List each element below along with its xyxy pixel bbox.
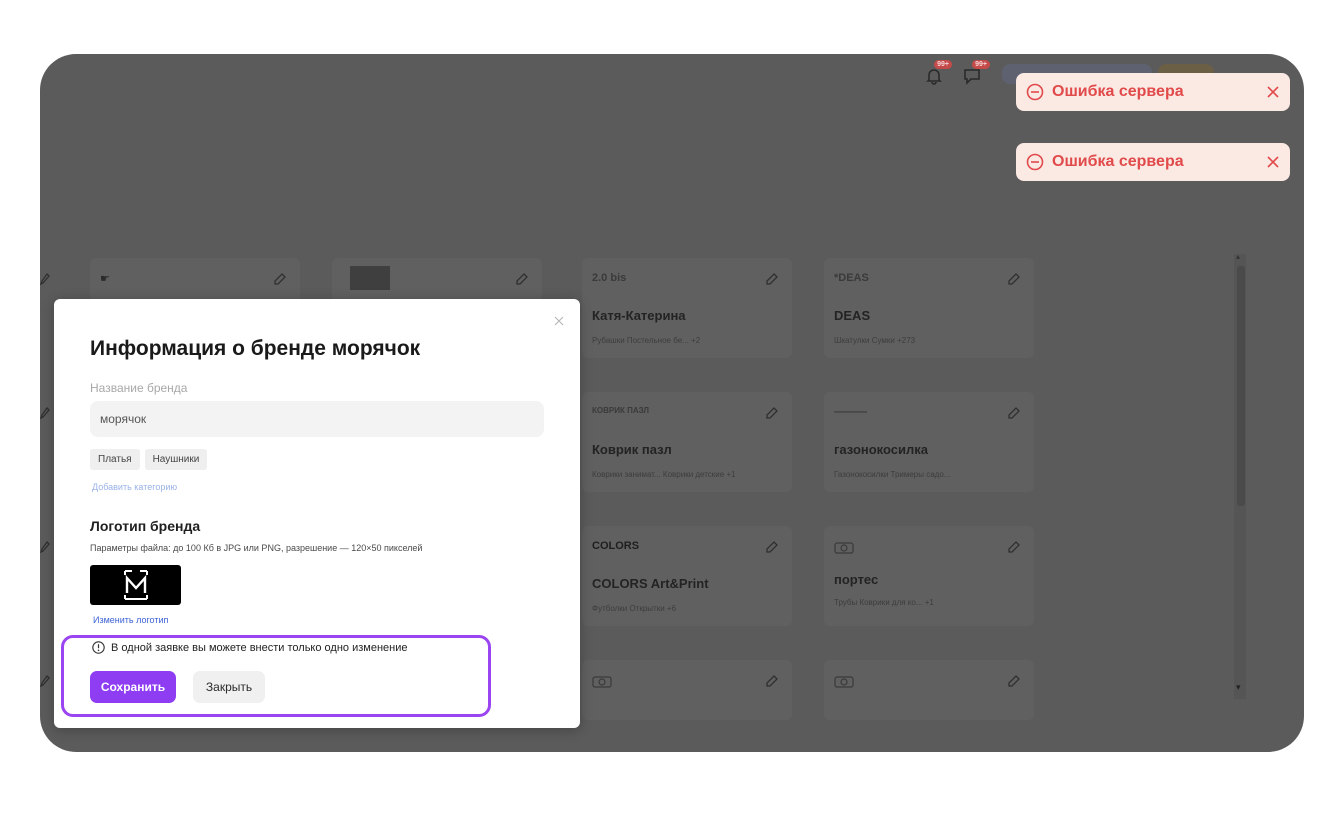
edit-icon[interactable]: [1008, 272, 1020, 285]
edit-icon[interactable]: [40, 272, 50, 286]
info-text: В одной заявке вы можете внести только о…: [111, 642, 408, 654]
minus-circle-icon: [1026, 153, 1044, 171]
brand-title: Катя-Катерина: [592, 308, 686, 323]
scrollbar-thumb[interactable]: [1237, 266, 1245, 506]
brand-tags: Коврики занимат... Коврики детские +1: [592, 470, 736, 479]
brand-tags: Шкатулки Сумки +273: [834, 336, 916, 345]
brand-logo: КОВРИК ПАЗЛ: [592, 406, 650, 415]
info-icon: [92, 641, 105, 654]
brand-logo: *DEAS: [834, 272, 869, 284]
brand-card[interactable]: [582, 660, 792, 720]
brand-tags: Трубы Коврики для ко... +1: [834, 598, 934, 607]
edit-icon[interactable]: [40, 540, 50, 554]
category-chips: Платья Наушники: [90, 449, 208, 470]
error-toast: Ошибка сервера: [1016, 143, 1290, 181]
brand-logo: COLORS: [592, 540, 640, 552]
logo-heading: Логотип бренда: [90, 518, 201, 534]
brand-name-label: Название бренда: [90, 381, 188, 395]
close-button[interactable]: Закрыть: [193, 671, 265, 703]
brand-logo-preview: [90, 565, 181, 605]
error-toast: Ошибка сервера: [1016, 73, 1290, 111]
edit-icon[interactable]: [766, 272, 778, 285]
brand-tags: Рубашки Постельное бе... +2: [592, 336, 701, 345]
toast-message: Ошибка сервера: [1052, 153, 1184, 170]
edit-icon[interactable]: [40, 406, 50, 420]
close-icon[interactable]: [1266, 155, 1280, 169]
edit-icon[interactable]: [766, 406, 778, 419]
brand-card[interactable]: КОВРИК ПАЗЛ Коврик пазл Коврики занимат.…: [582, 392, 792, 492]
brand-name-input[interactable]: [90, 401, 544, 437]
close-icon[interactable]: [1266, 85, 1280, 99]
add-category-link[interactable]: Добавить категорию: [92, 482, 177, 492]
edit-icon[interactable]: [766, 540, 778, 553]
brand-tags: Газонокосилки Тримеры садо...: [834, 470, 951, 479]
edit-icon[interactable]: [766, 674, 778, 687]
brand-card[interactable]: [824, 660, 1034, 720]
messages-badge: 99+: [972, 60, 990, 69]
scroll-up-icon[interactable]: ▴: [1236, 252, 1240, 261]
brand-logo-image: [123, 570, 148, 600]
category-chip[interactable]: Платья: [90, 449, 140, 470]
edit-icon[interactable]: [1008, 674, 1020, 687]
logo-params-text: Параметры файла: до 100 Кб в JPG или PNG…: [90, 543, 423, 553]
category-chip[interactable]: Наушники: [144, 449, 208, 470]
change-logo-link[interactable]: Изменить логотип: [93, 615, 168, 625]
brand-title: Коврик пазл: [592, 442, 672, 457]
brand-title: портес: [834, 572, 879, 587]
camera-icon: [834, 540, 854, 557]
brand-logo: [350, 266, 390, 290]
chat-icon[interactable]: 99+: [962, 60, 990, 86]
brand-card[interactable]: COLORS COLORS Art&Print Футболки Открытк…: [582, 526, 792, 626]
save-button[interactable]: Сохранить: [90, 671, 176, 703]
minus-circle-icon: [1026, 83, 1044, 101]
scroll-down-icon[interactable]: ▾: [1236, 682, 1241, 693]
edit-icon[interactable]: [516, 272, 528, 285]
bell-icon[interactable]: 99+: [924, 60, 952, 86]
brand-tags: Футболки Открытки +6: [592, 604, 677, 613]
dialog-title: Информация о бренде морячок: [90, 337, 421, 360]
edit-icon[interactable]: [1008, 540, 1020, 553]
camera-icon: [592, 674, 612, 691]
brand-card[interactable]: 2.0 bis Катя-Катерина Рубашки Постельное…: [582, 258, 792, 358]
brand-logo: ———: [834, 406, 867, 418]
close-icon[interactable]: [554, 313, 564, 326]
camera-icon: [834, 674, 854, 691]
brand-info-dialog: Информация о бренде морячок Название бре…: [54, 299, 580, 728]
brand-title: COLORS Art&Print: [592, 576, 709, 591]
toast-message: Ошибка сервера: [1052, 83, 1184, 100]
brand-card[interactable]: *DEAS DEAS Шкатулки Сумки +273: [824, 258, 1034, 358]
brand-card[interactable]: ——— газонокосилка Газонокосилки Тримеры …: [824, 392, 1034, 492]
brand-logo: ☛: [100, 273, 110, 285]
notification-badge: 99+: [934, 60, 952, 69]
brand-title: газонокосилка: [834, 442, 928, 457]
edit-icon[interactable]: [274, 272, 286, 285]
edit-icon[interactable]: [40, 674, 50, 688]
brand-card[interactable]: портес Трубы Коврики для ко... +1: [824, 526, 1034, 626]
brand-title: DEAS: [834, 308, 871, 323]
edit-icon[interactable]: [1008, 406, 1020, 419]
brand-logo: 2.0 bis: [592, 272, 627, 284]
